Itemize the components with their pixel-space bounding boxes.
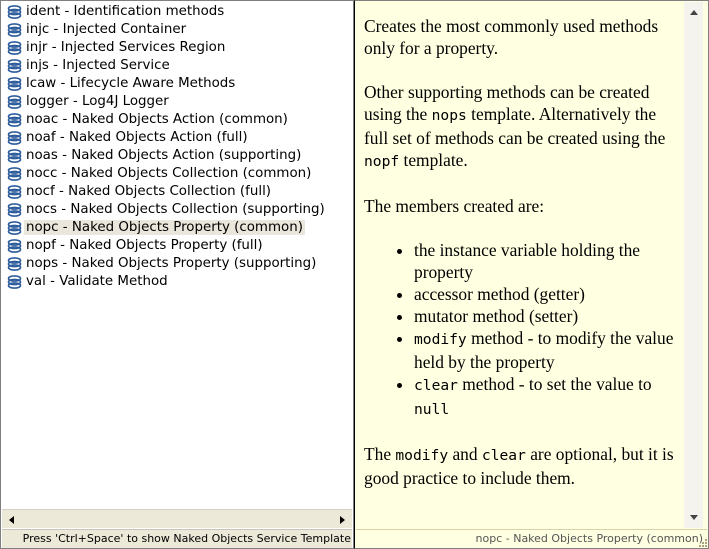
arrow-up-icon[interactable] bbox=[685, 4, 702, 21]
template-icon bbox=[7, 239, 22, 253]
list-item: clear method - to set the value to null bbox=[414, 373, 684, 421]
list-item-label: injs - Injected Service bbox=[26, 58, 170, 73]
list-item-label: nops - Naked Objects Property (supportin… bbox=[26, 256, 317, 271]
list-item-label: val - Validate Method bbox=[26, 274, 168, 289]
list-item[interactable]: nopc - Naked Objects Property (common) bbox=[2, 219, 352, 237]
list-item[interactable]: nocf - Naked Objects Collection (full) bbox=[2, 183, 352, 201]
code-text: null bbox=[414, 401, 450, 418]
template-icon bbox=[7, 149, 22, 163]
template-icon bbox=[7, 95, 22, 109]
code-text: nops bbox=[431, 107, 467, 124]
list-item-label: noaf - Naked Objects Action (full) bbox=[26, 130, 248, 145]
list-item[interactable]: nops - Naked Objects Property (supportin… bbox=[2, 255, 352, 273]
description-paragraph: Other supporting methods can be created … bbox=[364, 82, 666, 170]
list-item-label: nocc - Naked Objects Collection (common) bbox=[26, 166, 312, 181]
code-text: nopf bbox=[364, 153, 400, 170]
list-item[interactable]: logger - Log4J Logger bbox=[2, 93, 352, 111]
list-item[interactable]: val - Validate Method bbox=[2, 273, 352, 291]
list-item-label: lcaw - Lifecycle Aware Methods bbox=[26, 76, 236, 91]
list-item: modify method - to modify the value held… bbox=[414, 327, 684, 373]
description-paragraph: The modify and clear are optional, but i… bbox=[364, 444, 674, 488]
description-content: Creates the most commonly used methods o… bbox=[364, 15, 684, 515]
template-icon bbox=[7, 59, 22, 73]
list-item[interactable]: noas - Naked Objects Action (supporting) bbox=[2, 147, 352, 165]
proposal-panel: ident - Identification methods injc - Inj… bbox=[0, 0, 354, 549]
list-item[interactable]: lcaw - Lifecycle Aware Methods bbox=[2, 75, 352, 93]
selected-template-status: nopc - Naked Objects Property (common) bbox=[356, 529, 707, 548]
template-icon bbox=[7, 41, 22, 55]
code-text: modify bbox=[395, 447, 449, 464]
vertical-scrollbar[interactable] bbox=[684, 2, 703, 528]
list-item-label: nocf - Naked Objects Collection (full) bbox=[26, 184, 272, 199]
list-item-label: injc - Injected Container bbox=[26, 22, 187, 37]
template-icon bbox=[7, 5, 22, 19]
list-item: accessor method (getter) bbox=[414, 283, 684, 305]
status-hint: Press 'Ctrl+Space' to show Naked Objects… bbox=[2, 529, 352, 548]
template-icon bbox=[7, 131, 22, 145]
template-icon bbox=[7, 185, 22, 199]
list-item-label: nocs - Naked Objects Collection (support… bbox=[26, 202, 325, 217]
code-text: clear bbox=[414, 377, 458, 394]
list-item[interactable]: injs - Injected Service bbox=[2, 57, 352, 75]
list-item[interactable]: noaf - Naked Objects Action (full) bbox=[2, 129, 352, 147]
description-paragraph: Creates the most commonly used methods o… bbox=[364, 16, 659, 58]
code-text: modify bbox=[414, 331, 467, 348]
list-item[interactable]: nocc - Naked Objects Collection (common) bbox=[2, 165, 352, 183]
arrow-left-icon[interactable] bbox=[3, 511, 20, 528]
template-icon bbox=[7, 113, 22, 127]
proposal-list[interactable]: ident - Identification methods injc - Inj… bbox=[2, 3, 352, 509]
template-icon bbox=[7, 257, 22, 271]
template-icon bbox=[7, 203, 22, 217]
template-icon bbox=[7, 221, 22, 235]
list-item-label: logger - Log4J Logger bbox=[26, 94, 169, 109]
member-list: the instance variable holding the proper… bbox=[364, 239, 684, 421]
list-item-label: noac - Naked Objects Action (common) bbox=[26, 112, 288, 127]
list-item[interactable]: nocs - Naked Objects Collection (support… bbox=[2, 201, 352, 219]
list-item-label: nopf - Naked Objects Property (full) bbox=[26, 238, 263, 253]
list-item: the instance variable holding the proper… bbox=[414, 239, 684, 283]
list-item[interactable]: noac - Naked Objects Action (common) bbox=[2, 111, 352, 129]
template-icon bbox=[7, 23, 22, 37]
arrow-down-icon[interactable] bbox=[685, 509, 702, 526]
template-icon bbox=[7, 167, 22, 181]
list-item: mutator method (setter) bbox=[414, 305, 684, 327]
resize-grip-icon[interactable] bbox=[696, 536, 708, 548]
list-item[interactable]: injc - Injected Container bbox=[2, 21, 352, 39]
arrow-right-icon[interactable] bbox=[334, 511, 351, 528]
list-item[interactable]: injr - Injected Services Region bbox=[2, 39, 352, 57]
code-text: clear bbox=[481, 447, 526, 464]
list-item-label: injr - Injected Services Region bbox=[26, 40, 226, 55]
template-icon bbox=[7, 275, 22, 289]
horizontal-scrollbar[interactable] bbox=[2, 509, 352, 528]
list-item-label: nopc - Naked Objects Property (common) bbox=[24, 220, 305, 235]
list-item[interactable]: ident - Identification methods bbox=[2, 3, 352, 21]
list-item-label: ident - Identification methods bbox=[26, 4, 225, 19]
description-paragraph: The members created are: bbox=[364, 196, 545, 216]
template-icon bbox=[7, 77, 22, 91]
list-item-label: noas - Naked Objects Action (supporting) bbox=[26, 148, 302, 163]
description-popup: Creates the most commonly used methods o… bbox=[354, 0, 709, 549]
list-item[interactable]: nopf - Naked Objects Property (full) bbox=[2, 237, 352, 255]
